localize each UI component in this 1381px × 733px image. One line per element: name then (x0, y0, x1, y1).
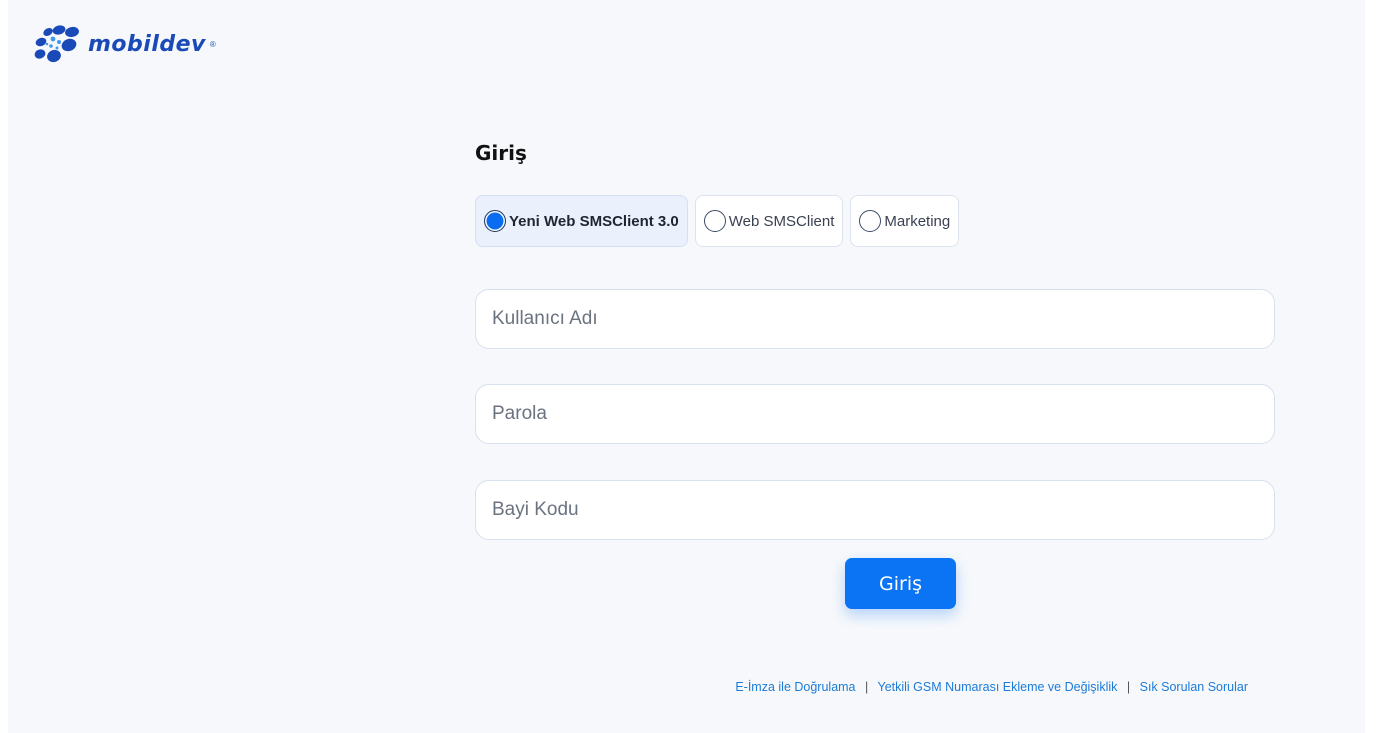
footer-links: E-İmza ile Doğrulama | Yetkili GSM Numar… (735, 680, 1248, 694)
login-mode-selector: Yeni Web SMSClient 3.0 Web SMSClient Mar… (475, 195, 960, 247)
radio-unchecked-icon[interactable] (859, 210, 882, 232)
footer-link-faq[interactable]: Sık Sorulan Sorular (1140, 680, 1248, 694)
dealer-code-input[interactable] (475, 480, 1275, 540)
brand-logo[interactable]: mobildev ® (32, 22, 216, 66)
mode-option-yeni-web-smsclient[interactable]: Yeni Web SMSClient 3.0 (475, 195, 688, 247)
username-input[interactable] (475, 289, 1275, 349)
footer-link-e-imza[interactable]: E-İmza ile Doğrulama (735, 680, 855, 694)
radio-checked-icon[interactable] (484, 210, 506, 232)
brand-name: mobildev (88, 31, 206, 57)
registered-mark: ® (209, 39, 216, 49)
login-page: mobildev ® Giriş Yeni Web SMSClient 3.0 … (8, 0, 1365, 733)
footer-link-gsm-number[interactable]: Yetkili GSM Numarası Ekleme ve Değişikli… (878, 680, 1118, 694)
footer-separator: | (1126, 680, 1131, 694)
mode-label: Web SMSClient (728, 212, 835, 230)
mode-option-web-smsclient[interactable]: Web SMSClient (694, 195, 844, 247)
mode-option-marketing[interactable]: Marketing (850, 195, 960, 247)
password-input[interactable] (475, 384, 1275, 444)
radio-unchecked-icon[interactable] (703, 210, 726, 232)
footer-separator: | (865, 680, 869, 694)
login-button[interactable]: Giriş (845, 558, 956, 609)
mobildev-logo-icon (34, 25, 79, 63)
mode-label: Yeni Web SMSClient 3.0 (509, 212, 679, 230)
mode-label: Marketing (884, 212, 951, 230)
page-title: Giriş (475, 141, 527, 165)
